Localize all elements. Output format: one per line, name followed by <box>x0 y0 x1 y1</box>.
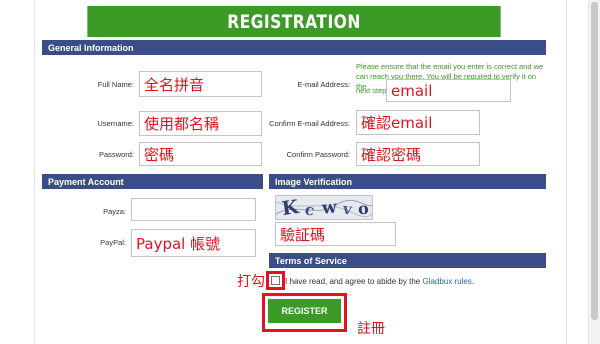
page-edge-right <box>566 0 567 344</box>
username-field[interactable]: 使用都名稱 <box>139 111 262 136</box>
scrollbar-thumb[interactable] <box>591 2 598 320</box>
gladbux-rules-link[interactable]: Gladbux rules <box>422 277 471 286</box>
captcha-image: K c w v o <box>275 195 373 220</box>
register-annotation: 註冊 <box>357 321 385 337</box>
captcha-char: w <box>321 197 338 219</box>
section-image-verification: Image Verification <box>269 174 546 189</box>
captcha-char: K <box>280 195 300 220</box>
terms-checkbox[interactable] <box>271 276 280 285</box>
email-label: E-mail Address: <box>297 80 350 89</box>
confirm-email-label: Confirm E-mail Address: <box>269 119 350 128</box>
username-label: Username: <box>97 119 134 128</box>
section-general-information: General Information <box>42 40 546 55</box>
captcha-char: o <box>357 198 370 219</box>
payza-field[interactable] <box>131 198 256 221</box>
terms-text: I have read, and agree to abide by the G… <box>285 277 474 286</box>
captcha-field[interactable]: 驗証碼 <box>275 222 396 246</box>
section-terms-of-service: Terms of Service <box>269 253 546 268</box>
confirm-password-field[interactable]: 確認密碼 <box>356 142 480 166</box>
captcha-char: v <box>342 199 353 219</box>
password-label: Password: <box>98 150 134 159</box>
page-edge-left <box>34 0 35 344</box>
password-field[interactable]: 密碼 <box>139 142 262 166</box>
confirm-password-label: Confirm Password: <box>286 150 350 159</box>
email-note-line-3: next step. <box>356 86 389 95</box>
section-payment-account: Payment Account <box>42 174 263 189</box>
register-button[interactable]: REGISTER <box>268 299 341 323</box>
terms-text-after: . <box>471 277 475 286</box>
paypal-label: PayPal: <box>100 238 126 247</box>
email-note-line-1: Please ensure that the email you enter i… <box>356 62 544 71</box>
terms-text-before: I have read, and agree to abide by the <box>285 277 423 286</box>
payza-label: Payza: <box>103 207 126 216</box>
full-name-label: Full Name: <box>97 80 134 89</box>
confirm-email-field[interactable]: 確認email <box>356 110 480 135</box>
page-title: REGISTRATION <box>87 6 501 37</box>
full-name-field[interactable]: 全名拼音 <box>139 71 262 97</box>
paypal-field[interactable]: Paypal 帳號 <box>131 229 256 257</box>
check-annotation: 打勾 <box>237 274 265 290</box>
email-field[interactable]: email <box>386 79 511 102</box>
